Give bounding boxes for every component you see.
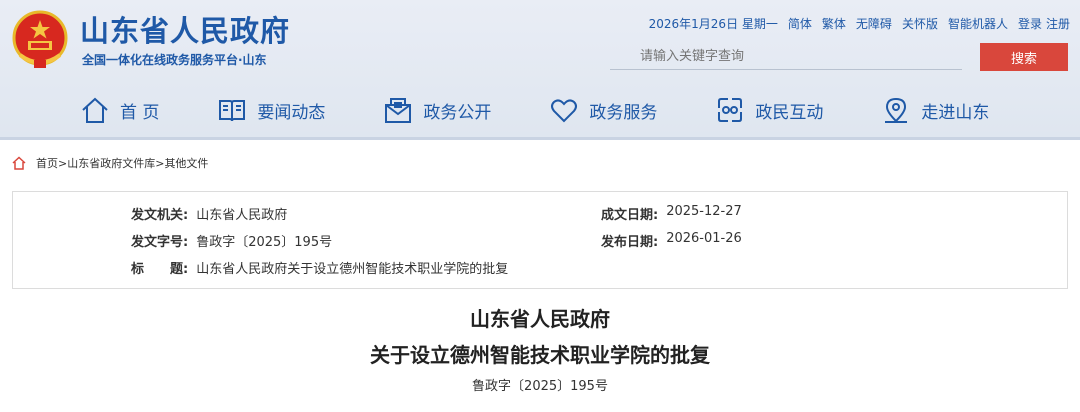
meta-issuer: 发文机关: 山东省人民政府 <box>131 204 287 223</box>
site-subtitle[interactable]: 全国一体化在线政务服务平台·山东 <box>82 51 267 68</box>
news-icon <box>219 100 246 122</box>
nav-label: 首 页 <box>120 102 160 123</box>
national-emblem-icon <box>12 10 68 68</box>
interact-icon <box>718 98 743 122</box>
crumb-other-files[interactable]: 其他文件 <box>164 155 208 171</box>
nav-gov-affairs[interactable]: 政务公开 <box>383 88 491 132</box>
home-icon <box>82 97 108 123</box>
document-title: 关于设立德州智能技术职业学院的批复 <box>370 343 710 367</box>
home-icon <box>12 156 26 170</box>
meta-label: 发布日期: <box>601 235 659 250</box>
link-care-mode[interactable]: 关怀版 <box>902 15 938 32</box>
crumb-home[interactable]: 首页 <box>36 155 58 171</box>
meta-value: 山东省人民政府 <box>196 208 288 223</box>
document-title-issuer: 山东省人民政府 <box>470 307 610 331</box>
site-title[interactable]: 山东省人民政府 <box>80 8 290 50</box>
meta-label: 成文日期: <box>601 208 659 223</box>
link-robot[interactable]: 智能机器人 <box>948 15 1008 32</box>
site-header: 山东省人民政府 全国一体化在线政务服务平台·山东 2026年1月26日 星期一 … <box>0 0 1080 140</box>
search-button[interactable]: 搜索 <box>980 43 1068 71</box>
date-text: 2026年1月26日 星期一 <box>648 17 778 31</box>
meta-value: 鲁政字〔2025〕195号 <box>196 235 333 250</box>
link-simplified[interactable]: 简体 <box>788 15 812 32</box>
nav-label: 政民互动 <box>755 102 824 123</box>
meta-created: 成文日期: 2025-12-27 <box>601 204 742 223</box>
nav-label: 要闻动态 <box>257 102 326 123</box>
meta-title: 标 题: 山东省人民政府关于设立德州智能技术职业学院的批复 <box>131 258 508 277</box>
meta-value: 2025-12-27 <box>666 204 742 219</box>
location-icon <box>885 97 908 123</box>
nav-label: 政务公开 <box>423 102 492 123</box>
top-links: 2026年1月26日 星期一 简体 繁体 无障碍 关怀版 智能机器人 登录 注册 <box>649 15 1070 32</box>
search-input[interactable] <box>610 44 962 70</box>
meta-value: 2026-01-26 <box>666 231 742 246</box>
meta-label: 标 题: <box>131 262 189 277</box>
meta-value: 山东省人民政府关于设立德州智能技术职业学院的批复 <box>196 262 509 277</box>
link-accessibility[interactable]: 无障碍 <box>856 15 892 32</box>
main-nav: 首 页 要闻动态 政务公开 政务服务 政民互动 走进山东 <box>80 88 1047 132</box>
nav-interaction[interactable]: 政民互动 <box>715 88 823 132</box>
nav-services[interactable]: 政务服务 <box>549 88 657 132</box>
heart-icon <box>551 99 578 123</box>
nav-news[interactable]: 要闻动态 <box>217 88 325 132</box>
link-register[interactable]: 注册 <box>1046 15 1070 32</box>
document-number: 鲁政字〔2025〕195号 <box>472 379 608 394</box>
nav-label: 走进山东 <box>921 102 990 123</box>
crumb-separator: > <box>155 156 165 170</box>
nav-label: 政务服务 <box>589 102 658 123</box>
crumb-separator: > <box>58 156 68 170</box>
meta-number: 发文字号: 鲁政字〔2025〕195号 <box>131 231 332 250</box>
document-meta-box: 发文机关: 山东省人民政府 发文字号: 鲁政字〔2025〕195号 标 题: 山… <box>12 191 1068 289</box>
link-traditional[interactable]: 繁体 <box>822 15 846 32</box>
mail-icon <box>385 98 412 123</box>
meta-label: 发文机关: <box>131 208 189 223</box>
nav-explore[interactable]: 走进山东 <box>881 88 989 132</box>
meta-label: 发文字号: <box>131 235 189 250</box>
breadcrumb: 首页 > 山东省政府文件库 > 其他文件 <box>12 155 208 171</box>
crumb-library[interactable]: 山东省政府文件库 <box>67 155 155 171</box>
link-login[interactable]: 登录 <box>1018 15 1042 32</box>
nav-home[interactable]: 首 页 <box>80 88 159 132</box>
meta-published: 发布日期: 2026-01-26 <box>601 231 742 250</box>
